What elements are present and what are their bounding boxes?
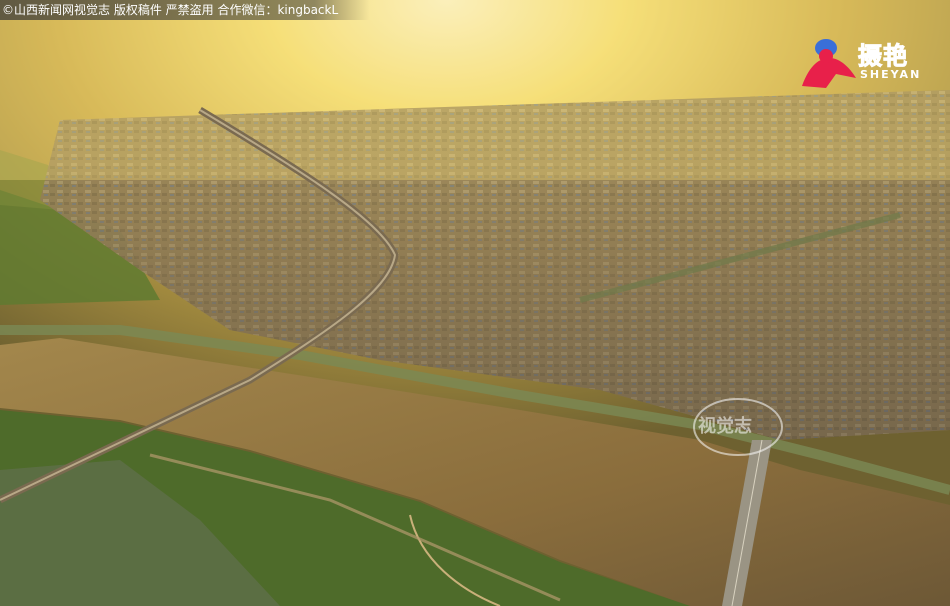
sheyan-logo: 摄艳 SHEYAN	[796, 34, 926, 90]
aerial-city-river-scene	[0, 0, 950, 606]
aerial-photo: ©山西新闻网视觉志 版权稿件 严禁盗用 合作微信：kingbackL 摄艳 SH…	[0, 0, 950, 606]
logo-english-text: SHEYAN	[860, 68, 922, 81]
logo-chinese-text: 摄艳	[858, 42, 908, 71]
haze-layer	[0, 0, 950, 180]
watermark-text: 视觉志	[698, 416, 752, 437]
copyright-banner: ©山西新闻网视觉志 版权稿件 严禁盗用 合作微信：kingbackL	[0, 0, 370, 20]
mascot-icon	[802, 39, 856, 88]
watermark: 视觉志	[688, 392, 798, 462]
